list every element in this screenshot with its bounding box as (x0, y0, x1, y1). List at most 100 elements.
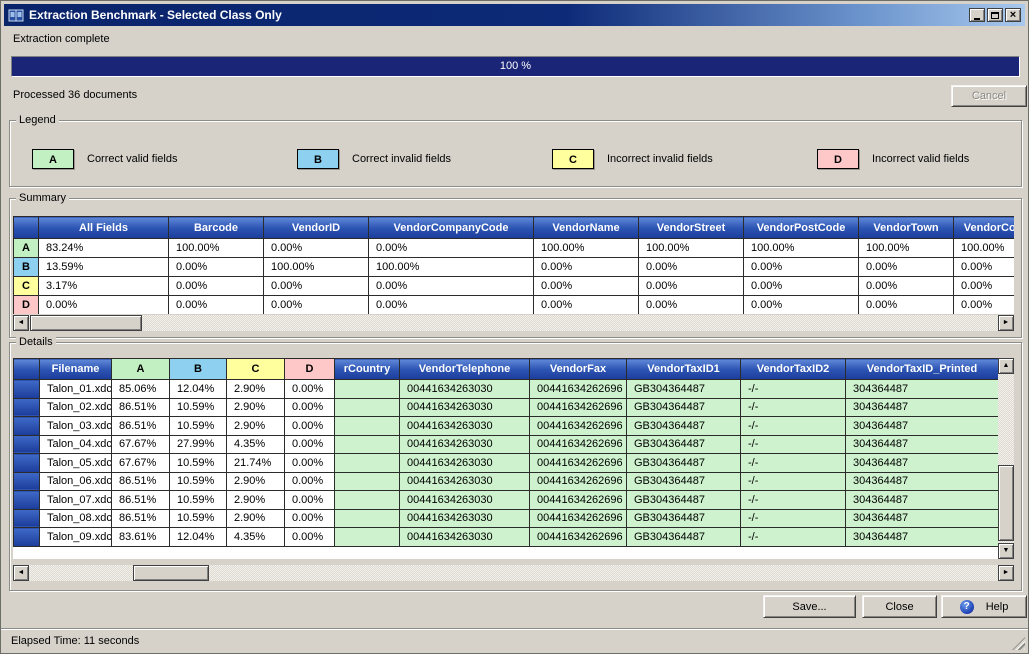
taxid1-cell[interactable]: GB304364487 (627, 509, 741, 528)
d-cell[interactable]: 0.00% (285, 380, 335, 399)
a-cell[interactable]: 67.67% (112, 454, 170, 473)
fax-cell[interactable]: 00441634262696 (530, 435, 627, 454)
country-cell[interactable] (335, 528, 400, 547)
summary-col-header[interactable]: VendorCountry (954, 217, 1015, 239)
telephone-cell[interactable]: 00441634263030 (400, 417, 530, 436)
details-col-header[interactable]: Filename (40, 359, 112, 380)
d-cell[interactable]: 0.00% (285, 509, 335, 528)
c-cell[interactable]: 2.90% (227, 491, 285, 510)
a-cell[interactable]: 86.51% (112, 398, 170, 417)
taxid1-cell[interactable]: GB304364487 (627, 491, 741, 510)
telephone-cell[interactable]: 00441634263030 (400, 528, 530, 547)
taxid1-cell[interactable]: GB304364487 (627, 454, 741, 473)
filename-cell[interactable]: Talon_06.xdc (40, 472, 112, 491)
b-cell[interactable]: 10.59% (170, 417, 227, 436)
b-cell[interactable]: 10.59% (170, 491, 227, 510)
details-hscroll-thumb[interactable] (133, 565, 209, 581)
summary-hscroll-thumb[interactable] (30, 315, 142, 331)
row-selector[interactable] (14, 454, 40, 473)
telephone-cell[interactable]: 00441634263030 (400, 398, 530, 417)
taxid1-cell[interactable]: GB304364487 (627, 472, 741, 491)
details-col-header-a[interactable]: A (112, 359, 170, 380)
b-cell[interactable]: 10.59% (170, 454, 227, 473)
row-selector[interactable] (14, 398, 40, 417)
summary-col-header[interactable]: VendorName (534, 217, 639, 239)
country-cell[interactable] (335, 417, 400, 436)
details-row[interactable]: Talon_01.xdc 85.06% 12.04% 2.90% 0.00% 0… (14, 380, 999, 399)
country-cell[interactable] (335, 491, 400, 510)
details-col-header[interactable]: VendorTaxID_Printed (846, 359, 999, 380)
telephone-cell[interactable]: 00441634263030 (400, 491, 530, 510)
fax-cell[interactable]: 00441634262696 (530, 472, 627, 491)
fax-cell[interactable]: 00441634262696 (530, 417, 627, 436)
close-button[interactable]: × (1005, 8, 1021, 22)
row-selector[interactable] (14, 472, 40, 491)
details-col-header[interactable]: VendorFax (530, 359, 627, 380)
telephone-cell[interactable]: 00441634263030 (400, 454, 530, 473)
details-col-header-b[interactable]: B (170, 359, 227, 380)
telephone-cell[interactable]: 00441634263030 (400, 435, 530, 454)
details-col-header[interactable]: VendorTelephone (400, 359, 530, 380)
summary-col-header[interactable]: Barcode (169, 217, 264, 239)
filename-cell[interactable]: Talon_08.xdc (40, 509, 112, 528)
c-cell[interactable]: 21.74% (227, 454, 285, 473)
taxid-printed-cell[interactable]: 304364487 (846, 380, 999, 399)
b-cell[interactable]: 27.99% (170, 435, 227, 454)
details-row[interactable]: Talon_07.xdc 86.51% 10.59% 2.90% 0.00% 0… (14, 491, 999, 510)
c-cell[interactable]: 2.90% (227, 417, 285, 436)
taxid1-cell[interactable]: GB304364487 (627, 435, 741, 454)
row-selector[interactable] (14, 417, 40, 436)
a-cell[interactable]: 83.61% (112, 528, 170, 547)
taxid2-cell[interactable]: -/- (741, 472, 846, 491)
b-cell[interactable]: 12.04% (170, 380, 227, 399)
summary-col-header[interactable]: VendorPostCode (744, 217, 859, 239)
d-cell[interactable]: 0.00% (285, 398, 335, 417)
minimize-button[interactable] (969, 8, 985, 22)
summary-scroll-left-button[interactable]: ◄ (13, 315, 29, 331)
details-row[interactable]: Talon_09.xdc 83.61% 12.04% 4.35% 0.00% 0… (14, 528, 999, 547)
taxid2-cell[interactable]: -/- (741, 398, 846, 417)
fax-cell[interactable]: 00441634262696 (530, 528, 627, 547)
country-cell[interactable] (335, 398, 400, 417)
details-row[interactable]: Talon_05.xdc 67.67% 10.59% 21.74% 0.00% … (14, 454, 999, 473)
c-cell[interactable]: 2.90% (227, 509, 285, 528)
country-cell[interactable] (335, 454, 400, 473)
country-cell[interactable] (335, 509, 400, 528)
row-selector[interactable] (14, 509, 40, 528)
details-hscrollbar[interactable]: ◄ ► (13, 565, 1014, 581)
d-cell[interactable]: 0.00% (285, 435, 335, 454)
filename-cell[interactable]: Talon_03.xdc (40, 417, 112, 436)
taxid2-cell[interactable]: -/- (741, 509, 846, 528)
a-cell[interactable]: 86.51% (112, 417, 170, 436)
c-cell[interactable]: 2.90% (227, 380, 285, 399)
c-cell[interactable]: 4.35% (227, 435, 285, 454)
a-cell[interactable]: 86.51% (112, 509, 170, 528)
details-scroll-left-button[interactable]: ◄ (13, 565, 29, 581)
taxid1-cell[interactable]: GB304364487 (627, 398, 741, 417)
taxid-printed-cell[interactable]: 304364487 (846, 435, 999, 454)
details-col-header[interactable]: rCountry (335, 359, 400, 380)
details-scroll-down-button[interactable]: ▼ (998, 543, 1014, 559)
details-vscroll-thumb[interactable] (998, 465, 1014, 541)
taxid-printed-cell[interactable]: 304364487 (846, 398, 999, 417)
taxid2-cell[interactable]: -/- (741, 528, 846, 547)
close-dialog-button[interactable]: Close (862, 595, 937, 618)
summary-col-header[interactable]: VendorStreet (639, 217, 744, 239)
summary-col-header[interactable]: VendorCompanyCode (369, 217, 534, 239)
telephone-cell[interactable]: 00441634263030 (400, 380, 530, 399)
details-col-header-d[interactable]: D (285, 359, 335, 380)
taxid-printed-cell[interactable]: 304364487 (846, 528, 999, 547)
taxid2-cell[interactable]: -/- (741, 435, 846, 454)
filename-cell[interactable]: Talon_05.xdc (40, 454, 112, 473)
filename-cell[interactable]: Talon_04.xdc (40, 435, 112, 454)
summary-hscrollbar[interactable]: ◄ ► (13, 315, 1014, 331)
details-row[interactable]: Talon_03.xdc 86.51% 10.59% 2.90% 0.00% 0… (14, 417, 999, 436)
b-cell[interactable]: 10.59% (170, 398, 227, 417)
b-cell[interactable]: 12.04% (170, 528, 227, 547)
b-cell[interactable]: 10.59% (170, 509, 227, 528)
filename-cell[interactable]: Talon_07.xdc (40, 491, 112, 510)
details-scroll-right-button[interactable]: ► (998, 565, 1014, 581)
a-cell[interactable]: 86.51% (112, 491, 170, 510)
c-cell[interactable]: 2.90% (227, 398, 285, 417)
summary-col-header[interactable]: VendorID (264, 217, 369, 239)
